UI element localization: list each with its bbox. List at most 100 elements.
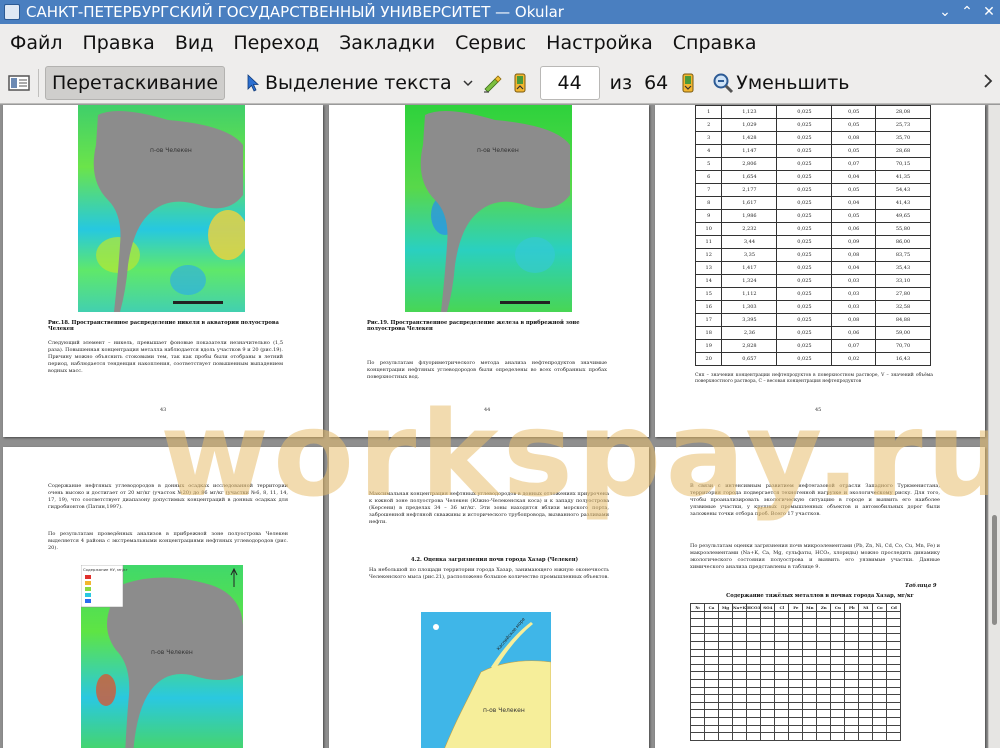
- table-cell: [788, 709, 804, 718]
- table-cell: [690, 671, 705, 680]
- table-cell: [704, 724, 719, 734]
- table-cell: [690, 709, 705, 718]
- menu-bookmarks[interactable]: Закладки: [329, 32, 445, 54]
- menu-tools[interactable]: Сервис: [445, 32, 536, 54]
- table-footnote: Cнп – значения концентрации нефтепродукт…: [695, 373, 933, 384]
- table-cell: [746, 686, 762, 696]
- table-header-cell: Fe: [788, 603, 804, 612]
- table-row: [690, 656, 902, 665]
- previous-page-button[interactable]: [508, 66, 532, 100]
- table-cell: 15: [694, 287, 723, 301]
- table-cell: [731, 732, 748, 741]
- table-header-row: № Ca Mg Na+K HCO3 SO4 Cl Fe Mn Zn Cu Pb Ni Co Cd: [690, 603, 902, 612]
- table-cell: [816, 709, 832, 718]
- table-cell: [816, 618, 832, 627]
- table-cell: [760, 724, 776, 734]
- table-cell: [760, 618, 776, 627]
- table-cell: 0,08: [831, 313, 876, 327]
- table-cell: 13: [694, 261, 723, 275]
- sidebar-toggle-button[interactable]: [4, 66, 34, 100]
- table-cell: 16: [694, 300, 723, 314]
- table-cell: [788, 618, 804, 627]
- table-cell: 1,617: [721, 196, 778, 210]
- minimize-button[interactable]: ⌄: [934, 4, 956, 20]
- scrollbar-thumb[interactable]: [992, 515, 997, 625]
- table-cell: [802, 656, 818, 665]
- table-cell: [788, 732, 804, 741]
- menu-view[interactable]: Вид: [165, 32, 224, 54]
- table-cell: 0,025: [776, 222, 833, 236]
- table-cell: [704, 732, 719, 741]
- vertical-scrollbar[interactable]: [988, 105, 1000, 748]
- table-cell: 0,025: [776, 183, 833, 197]
- document-viewport[interactable]: п-ов Челекен Рис.18. Пространственное ра…: [0, 105, 1000, 748]
- table-cell: 0,025: [776, 248, 833, 262]
- table-cell: [760, 716, 776, 726]
- table-row: 13 1,417 0,025 0,04 35,43: [694, 261, 932, 275]
- table-cell: [872, 610, 888, 620]
- table-cell: [746, 618, 762, 627]
- table-cell: 25,73: [874, 118, 932, 132]
- table-cell: 49,65: [874, 209, 932, 223]
- next-page-button[interactable]: [676, 66, 700, 100]
- table-cell: [760, 633, 776, 642]
- iron-map-label: п-ов Челекен: [477, 147, 519, 154]
- table-cell: [802, 633, 818, 642]
- browse-tool-button[interactable]: Перетаскивание: [45, 65, 226, 100]
- iron-map-graphic: [420, 111, 570, 312]
- table-cell: [802, 732, 818, 741]
- table-cell: [816, 663, 832, 673]
- menu-edit[interactable]: Правка: [73, 32, 165, 54]
- menu-file[interactable]: Файл: [0, 32, 73, 54]
- menu-go[interactable]: Переход: [223, 32, 329, 54]
- table-cell: [816, 678, 832, 688]
- table-cell: [872, 709, 888, 718]
- figure-18-caption: Рис.18. Пространственное распределение н…: [48, 320, 279, 332]
- table-cell: [788, 671, 804, 680]
- table-cell: [704, 671, 719, 680]
- zoom-out-button[interactable]: Уменьшить: [706, 66, 855, 100]
- table-cell: 0,03: [831, 287, 876, 301]
- table-cell: 3,395: [721, 313, 778, 327]
- table-cell: [704, 610, 719, 620]
- table-row: 7 2,177 0,025 0,05 54,43: [694, 183, 932, 197]
- table-cell: [872, 686, 888, 696]
- table-cell: [746, 671, 762, 680]
- table-cell: [788, 640, 804, 650]
- page-number-input[interactable]: 44: [539, 65, 600, 100]
- table-cell: 0,657: [721, 352, 778, 366]
- table-cell: [886, 648, 902, 658]
- table-cell: [802, 686, 818, 696]
- table-cell: 11: [694, 235, 723, 249]
- table-cell: [858, 648, 874, 658]
- table-cell: [886, 686, 902, 696]
- close-button[interactable]: ✕: [978, 4, 1000, 20]
- table-cell: 35,43: [874, 261, 932, 275]
- page-total-label: 64: [644, 71, 669, 94]
- table-row: [690, 724, 902, 734]
- text-select-tool-button[interactable]: Выделение текста: [239, 66, 458, 100]
- table-cell: [760, 709, 776, 718]
- table-cell: [690, 663, 705, 673]
- select-tool-dropdown[interactable]: [458, 66, 478, 100]
- table-row: 18 2,36 0,025 0,06 59,00: [694, 326, 932, 340]
- table-cell: [731, 686, 748, 696]
- table-cell: 0,06: [831, 326, 876, 340]
- table-cell: 0,025: [776, 313, 833, 327]
- table-cell: [844, 618, 860, 627]
- table-cell: [718, 625, 733, 635]
- table-cell: [886, 663, 902, 673]
- annotate-button[interactable]: [478, 66, 508, 100]
- maximize-button[interactable]: ⌃: [956, 4, 978, 20]
- table-cell: [718, 709, 733, 718]
- table-cell: 2,177: [721, 183, 778, 197]
- table-cell: [858, 610, 874, 620]
- table-cell: [788, 701, 804, 711]
- table-cell: 55,80: [874, 222, 932, 236]
- menu-settings[interactable]: Настройка: [536, 32, 663, 54]
- toolbar-overflow-button[interactable]: [982, 72, 994, 94]
- menu-help[interactable]: Справка: [663, 32, 767, 54]
- table-cell: [844, 656, 860, 665]
- table-cell: [774, 709, 790, 718]
- page-down-icon: [682, 73, 694, 92]
